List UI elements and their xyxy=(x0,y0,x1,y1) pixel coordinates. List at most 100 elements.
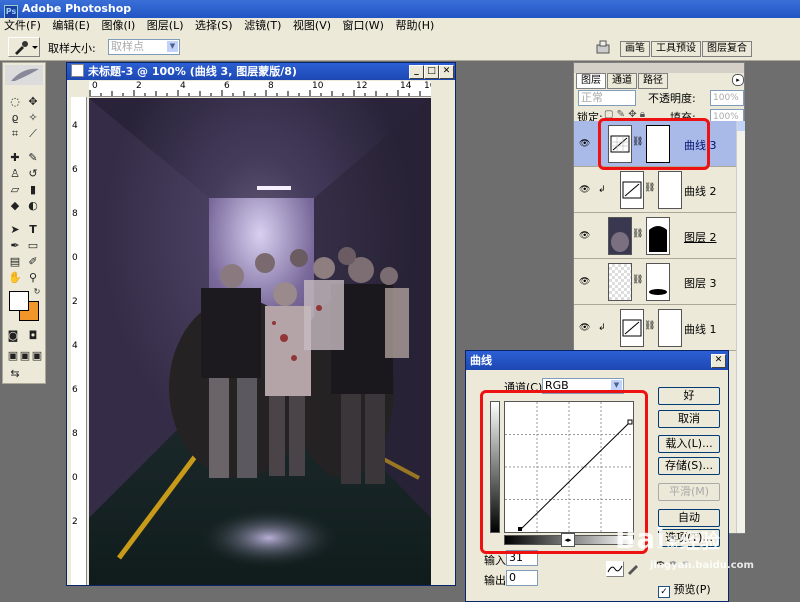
dodge-tool-icon[interactable]: ◐ xyxy=(25,199,41,213)
preview-checkbox-group: ✓ 预览(P) xyxy=(658,581,711,598)
curve-point[interactable] xyxy=(518,527,522,531)
panel-menu-icon[interactable]: ▸ xyxy=(732,74,744,86)
vertical-ruler: 4 6 8 0 2 4 6 8 0 2 xyxy=(71,97,87,585)
tool-preset-picker[interactable] xyxy=(8,37,40,57)
curves-graph[interactable] xyxy=(504,401,634,533)
pencil-tool-icon[interactable] xyxy=(626,561,640,575)
preview-checkbox[interactable]: ✓ xyxy=(658,586,670,598)
tab-tool-presets[interactable]: 工具预设 xyxy=(651,41,701,57)
stamp-tool-icon[interactable]: ♙ xyxy=(7,167,23,181)
lock-brush-icon[interactable]: ✎ xyxy=(617,109,625,120)
eye-icon[interactable]: 👁︎ xyxy=(579,277,590,287)
layer-mask-thumb xyxy=(646,217,670,255)
tab-channels[interactable]: 通道 xyxy=(607,73,637,89)
close-button[interactable]: ✕ xyxy=(439,65,454,79)
curves-title: 曲线 xyxy=(470,354,492,367)
ruler-v-label: 4 xyxy=(72,341,78,351)
menu-image[interactable]: 图像(I) xyxy=(101,19,135,32)
marquee-tool-icon[interactable]: ◌ xyxy=(7,95,23,109)
lock-move-icon[interactable]: ✥ xyxy=(628,109,636,120)
history-brush-icon[interactable]: ↺ xyxy=(25,167,41,181)
layer-row-curves-1[interactable]: 👁︎ ↲ ⛓︎ 曲线 1 xyxy=(574,305,736,351)
lock-all-icon[interactable]: 🔒︎ xyxy=(640,109,645,120)
menu-select[interactable]: 选择(S) xyxy=(195,19,233,32)
panel-grip[interactable] xyxy=(574,63,744,73)
blend-mode-select[interactable]: 正常 xyxy=(578,90,636,106)
layer-list-scrollbar[interactable] xyxy=(736,121,745,533)
image-thumb xyxy=(608,217,632,255)
layer-row-curves-2[interactable]: 👁︎ ↲ ⛓︎ 曲线 2 xyxy=(574,167,736,213)
scroll-up-icon[interactable] xyxy=(737,121,745,131)
menu-file[interactable]: 文件(F) xyxy=(4,19,41,32)
brush-tool-icon[interactable]: ✎ xyxy=(25,151,41,165)
slice-tool-icon[interactable]: ⟋ xyxy=(25,127,41,141)
swap-colors-icon[interactable]: ↻ xyxy=(29,285,45,299)
menu-filter[interactable]: 滤镜(T) xyxy=(244,19,281,32)
move-tool-icon[interactable]: ✥ xyxy=(25,95,41,109)
layer-row-layer-3[interactable]: 👁︎ ⛓︎ 图层 3 xyxy=(574,259,736,305)
channel-select[interactable]: RGB ▼ xyxy=(542,378,624,394)
eye-icon[interactable]: 👁︎ xyxy=(579,139,590,149)
screen-mode-full-icon[interactable]: ▣ xyxy=(29,349,45,363)
smooth-button[interactable]: 平滑(M) xyxy=(658,483,720,501)
input-field[interactable]: 31 xyxy=(506,550,538,566)
gradient-toggle-icon[interactable]: ◂▸ xyxy=(561,533,575,547)
foreground-color-swatch[interactable] xyxy=(9,291,29,311)
layer-row-curves-3[interactable]: 👁︎ ⛓︎ 曲线 3 xyxy=(574,121,736,167)
load-button[interactable]: 载入(L)... xyxy=(658,435,720,453)
curve-tool-icon[interactable] xyxy=(606,561,624,577)
close-button[interactable]: ✕ xyxy=(711,354,726,368)
curve-point[interactable] xyxy=(627,419,633,425)
save-button[interactable]: 存储(S)... xyxy=(658,457,720,475)
sample-size-select[interactable]: 取样点 ▼ xyxy=(108,39,180,55)
document-canvas[interactable] xyxy=(89,98,431,585)
ok-button[interactable]: 好 xyxy=(658,387,720,405)
cancel-button[interactable]: 取消 xyxy=(658,410,720,428)
eye-icon[interactable]: 👁︎ xyxy=(579,323,590,333)
paw-icon: ❀ xyxy=(664,532,680,553)
pen-tool-icon[interactable]: ✒ xyxy=(7,239,23,253)
lasso-tool-icon[interactable]: ϱ xyxy=(7,111,23,125)
eye-icon[interactable]: 👁︎ xyxy=(579,185,590,195)
maximize-button[interactable]: □ xyxy=(424,65,439,79)
input-value: 31 xyxy=(509,551,523,564)
layer-row-layer-2[interactable]: 👁︎ ⛓︎ 图层 2 xyxy=(574,213,736,259)
path-select-icon[interactable]: ➤ xyxy=(7,223,23,237)
document-title: 未标题-3 @ 100% (曲线 3, 图层蒙版/8) xyxy=(88,65,297,78)
menu-view[interactable]: 视图(V) xyxy=(293,19,331,32)
magic-wand-icon[interactable]: ✧ xyxy=(25,111,41,125)
tab-layer-comps[interactable]: 图层复合 xyxy=(702,41,752,57)
imageready-icon[interactable]: ⇆ xyxy=(7,367,23,381)
curves-adjustment-thumb-icon xyxy=(608,125,632,163)
eye-icon[interactable]: 👁︎ xyxy=(579,231,590,241)
output-field[interactable]: 0 xyxy=(506,570,538,586)
tab-layers[interactable]: 图层 xyxy=(576,73,606,89)
tab-paths[interactable]: 路径 xyxy=(638,73,668,89)
blur-tool-icon[interactable]: ◆ xyxy=(7,199,23,213)
tab-brushes[interactable]: 画笔 xyxy=(620,41,650,57)
healing-brush-icon[interactable]: ✚ xyxy=(7,151,23,165)
curves-title-bar[interactable]: 曲线 ✕ xyxy=(466,351,728,370)
eyedropper-tool-icon[interactable]: ✐ xyxy=(25,255,41,269)
notes-tool-icon[interactable]: ▤ xyxy=(7,255,23,269)
crop-tool-icon[interactable]: ⌗ xyxy=(7,127,23,141)
lock-transparent-icon[interactable]: ▢ xyxy=(604,109,613,120)
layer-mask-thumb xyxy=(658,171,682,209)
document-title-bar[interactable]: 未标题-3 @ 100% (曲线 3, 图层蒙版/8) _ □ ✕ xyxy=(67,63,455,80)
standard-mode-icon[interactable]: ◙ xyxy=(5,329,21,343)
menu-layer[interactable]: 图层(L) xyxy=(147,19,184,32)
quick-mask-icon[interactable]: ◘ xyxy=(25,329,41,343)
type-tool-icon[interactable]: T xyxy=(25,223,41,237)
hand-tool-icon[interactable]: ✋ xyxy=(7,271,23,285)
menu-help[interactable]: 帮助(H) xyxy=(395,19,434,32)
zoom-tool-icon[interactable]: ⚲ xyxy=(25,271,41,285)
minimize-button[interactable]: _ xyxy=(409,65,424,79)
palette-well-icon[interactable] xyxy=(596,40,610,54)
ruler-v-label: 2 xyxy=(72,297,78,307)
opacity-input[interactable]: 100% xyxy=(710,90,744,106)
shape-tool-icon[interactable]: ▭ xyxy=(25,239,41,253)
menu-window[interactable]: 窗口(W) xyxy=(343,19,384,32)
menu-edit[interactable]: 编辑(E) xyxy=(52,19,90,32)
gradient-tool-icon[interactable]: ▮ xyxy=(25,183,41,197)
eraser-tool-icon[interactable]: ▱ xyxy=(7,183,23,197)
